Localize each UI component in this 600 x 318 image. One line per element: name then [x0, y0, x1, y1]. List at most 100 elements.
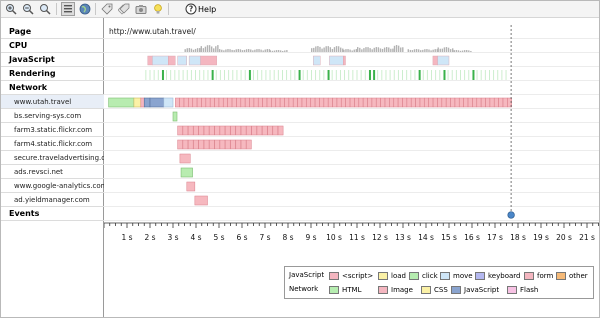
render-mark	[174, 70, 176, 80]
time-tick-label: 4 s	[190, 233, 201, 242]
render-mark	[393, 70, 395, 80]
request-image	[463, 97, 469, 108]
legend-label: JavaScript	[464, 286, 500, 294]
cpu-bar	[319, 46, 321, 52]
cpu-bar	[466, 50, 468, 52]
legend-label: HTML	[342, 286, 362, 294]
host-row-label[interactable]: www.utah.travel	[1, 95, 104, 109]
legend-label: click	[422, 272, 438, 280]
render-mark	[505, 70, 507, 80]
cpu-bar	[225, 49, 227, 52]
legend-label: Image	[391, 286, 413, 294]
cpu-bar	[245, 49, 248, 52]
javascript-block	[313, 55, 321, 66]
render-mark	[273, 70, 275, 80]
render-mark	[302, 70, 304, 80]
cpu-bar	[210, 46, 213, 52]
tag-multiple-icon[interactable]	[117, 2, 131, 16]
request-image	[218, 97, 224, 108]
help-label[interactable]: Help	[198, 5, 216, 14]
request-image	[341, 97, 346, 108]
cpu-bar	[432, 49, 434, 52]
request-html	[172, 111, 178, 122]
cpu-bar	[420, 50, 422, 52]
cpu-bar	[353, 49, 355, 52]
cpu-bar	[453, 50, 455, 52]
render-mark	[277, 70, 279, 80]
legend-label: move	[453, 272, 473, 280]
host-row-label[interactable]: ad.yieldmanager.com	[1, 193, 104, 207]
cpu-bar	[313, 47, 315, 52]
request-image	[328, 97, 333, 108]
svg-text:?: ?	[189, 5, 193, 14]
help-icon[interactable]: ?	[184, 2, 198, 16]
cpu-bar	[335, 46, 338, 52]
host-row-label[interactable]: ads.revsci.net	[1, 165, 104, 179]
javascript-block	[432, 55, 438, 66]
list-view-icon[interactable]	[61, 2, 75, 16]
render-mark	[356, 70, 358, 80]
request-image	[275, 97, 281, 108]
host-row-label[interactable]: www.google-analytics.com	[1, 179, 104, 193]
time-tick-label: 6 s	[236, 233, 247, 242]
request-image	[187, 139, 194, 150]
request-image	[224, 125, 231, 136]
render-mark	[265, 70, 267, 80]
javascript-block	[188, 55, 201, 66]
globe-icon[interactable]	[78, 2, 92, 16]
request-image	[314, 97, 320, 108]
render-mark	[319, 70, 321, 80]
legend-item-load: load	[378, 272, 406, 280]
request-image	[179, 97, 185, 108]
render-mark	[306, 70, 308, 80]
request-image	[182, 125, 189, 136]
track-label-panel: Page CPU JavaScript Rendering Network ww…	[1, 18, 104, 317]
camera-icon[interactable]	[134, 2, 148, 16]
zoom-in-icon[interactable]	[4, 2, 18, 16]
request-image	[284, 97, 290, 108]
cpu-bar	[266, 49, 269, 52]
request-image	[319, 97, 324, 108]
render-mark	[501, 70, 503, 80]
render-mark	[489, 70, 490, 80]
cpu-bar	[243, 49, 246, 52]
host-row-label[interactable]: farm4.static.flickr.com	[1, 137, 104, 151]
cpu-bar	[365, 47, 367, 52]
host-row-label[interactable]: secure.traveladvertising.c	[1, 151, 104, 165]
cpu-bar	[441, 48, 444, 52]
request-image	[271, 97, 276, 108]
render-mark	[257, 70, 259, 80]
zoom-out-icon[interactable]	[21, 2, 35, 16]
request-image	[358, 97, 364, 108]
legend-item-css: CSS	[421, 286, 448, 294]
render-mark	[153, 70, 155, 80]
cpu-bar	[321, 48, 323, 52]
request-image	[261, 125, 268, 136]
cpu-bar	[331, 48, 334, 52]
cpu-bar	[282, 50, 284, 52]
render-mark	[418, 70, 421, 80]
render-mark	[248, 70, 251, 80]
request-image	[258, 97, 263, 108]
render-mark	[360, 70, 362, 80]
cpu-bar	[388, 47, 390, 52]
render-mark	[455, 70, 457, 80]
cpu-bar	[208, 45, 211, 52]
request-image	[240, 97, 246, 108]
javascript-block	[437, 55, 450, 66]
time-tick-label: 5 s	[213, 233, 224, 242]
lightbulb-icon[interactable]	[151, 2, 165, 16]
request-image	[177, 139, 183, 150]
host-row-label[interactable]: bs.serving-sys.com	[1, 109, 104, 123]
render-mark	[215, 70, 217, 80]
render-mark	[397, 70, 399, 80]
request-image	[205, 97, 211, 108]
tag-icon[interactable]	[100, 2, 114, 16]
render-mark	[368, 70, 371, 80]
legend-swatch	[421, 286, 431, 294]
request-image	[362, 97, 368, 108]
host-row-label[interactable]: farm3.static.flickr.com	[1, 123, 104, 137]
legend-swatch	[329, 286, 339, 294]
zoom-reset-icon[interactable]	[38, 2, 52, 16]
cpu-bar	[284, 50, 286, 52]
